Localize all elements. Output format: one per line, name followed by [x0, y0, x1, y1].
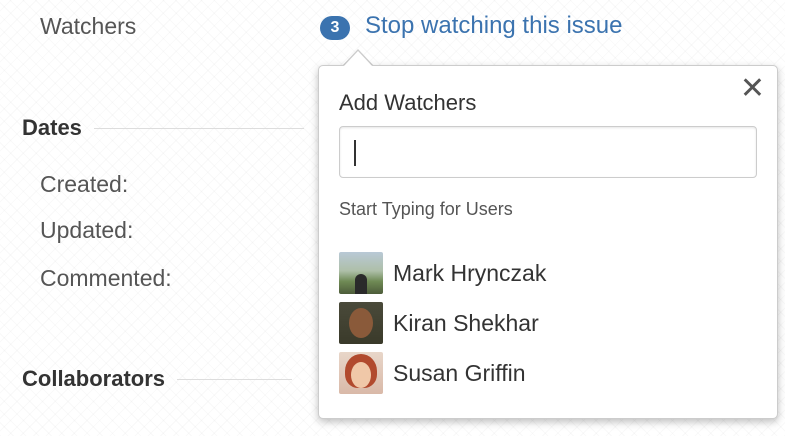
- created-label: Created:: [40, 171, 129, 197]
- watch-count-badge[interactable]: 3: [320, 16, 350, 40]
- user-name: Mark Hrynczak: [393, 259, 547, 286]
- popup-arrow: [343, 51, 373, 67]
- user-suggestion-item[interactable]: Mark Hrynczak: [339, 248, 546, 298]
- user-suggestion-item[interactable]: Susan Griffin: [339, 348, 546, 398]
- dates-section-heading: Dates: [22, 115, 304, 141]
- user-suggestion-item[interactable]: Kiran Shekhar: [339, 298, 546, 348]
- collaborators-heading-text: Collaborators: [22, 366, 166, 391]
- user-suggestion-list: Mark Hrynczak Kiran Shekhar Susan Griffi…: [339, 248, 546, 398]
- avatar: [339, 252, 383, 294]
- watchers-label: Watchers: [40, 13, 137, 39]
- popup-title: Add Watchers: [339, 90, 477, 115]
- user-search-hint: Start Typing for Users: [339, 199, 513, 219]
- user-name: Kiran Shekhar: [393, 309, 539, 336]
- collaborators-section-heading: Collaborators: [22, 366, 293, 392]
- user-name: Susan Griffin: [393, 359, 526, 386]
- close-icon[interactable]: ✕: [740, 74, 765, 104]
- dates-heading-divider: [93, 127, 304, 129]
- add-watchers-popup: ✕ Add Watchers Start Typing for Users Ma…: [318, 65, 778, 419]
- updated-label: Updated:: [40, 217, 134, 243]
- add-watcher-input[interactable]: [339, 126, 757, 178]
- avatar: [339, 302, 383, 344]
- commented-label: Commented:: [40, 265, 172, 291]
- collaborators-heading-divider: [177, 378, 293, 380]
- stop-watching-link[interactable]: Stop watching this issue: [365, 12, 622, 40]
- text-caret: [354, 140, 356, 166]
- dates-heading-text: Dates: [22, 115, 82, 140]
- avatar: [339, 352, 383, 394]
